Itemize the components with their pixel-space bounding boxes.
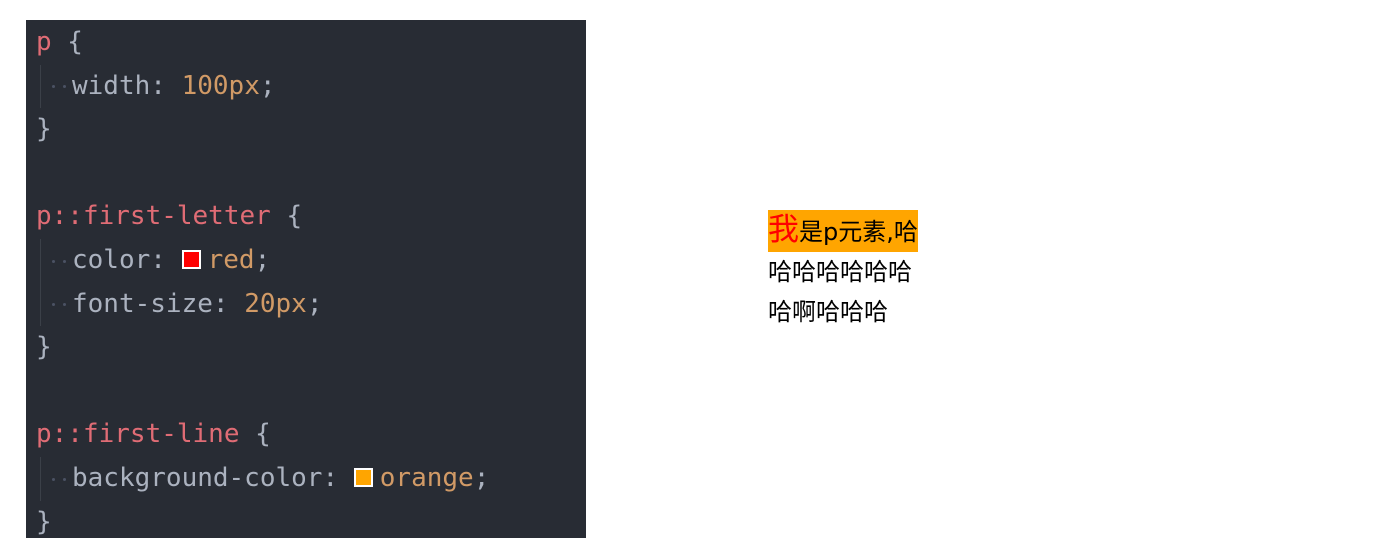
code-line-6: color: red; (26, 238, 586, 283)
close-brace: } (36, 506, 52, 537)
semicolon: ; (259, 70, 276, 101)
semicolon: ; (306, 288, 323, 319)
semicolon: ; (473, 462, 490, 493)
first-line-highlight: 我是p元素,哈 (768, 210, 918, 252)
code-line-11: background-color: orange; (26, 456, 586, 501)
code-line-8: } (26, 326, 586, 370)
page: p { width: 100px; } p::first-letter { co… (0, 0, 1388, 550)
whitespace-dot (52, 259, 55, 263)
css-selector: p::first-line (36, 419, 240, 450)
indent-guide (40, 238, 41, 283)
colon: : (212, 288, 245, 319)
orange-color-swatch-icon[interactable] (353, 467, 373, 487)
red-color-swatch-icon[interactable] (181, 249, 201, 269)
code-line-3: } (26, 108, 586, 152)
preview-line-3: 哈啊哈哈哈 (768, 298, 888, 326)
first-letter: 我 (768, 212, 799, 248)
indent-guide (40, 64, 41, 109)
rendered-paragraph: 我是p元素,哈 哈哈哈哈哈哈 哈啊哈哈哈 (768, 210, 948, 332)
semicolon: ; (254, 244, 271, 275)
css-selector: p (36, 27, 52, 57)
open-brace: { (51, 27, 83, 57)
open-brace: { (239, 419, 271, 450)
css-property: width (72, 70, 151, 101)
whitespace-dot (63, 303, 66, 307)
css-value: 100px (181, 70, 260, 101)
code-editor: p { width: 100px; } p::first-letter { co… (26, 20, 586, 538)
first-line-text: 是p元素,哈 (799, 218, 918, 246)
close-brace: } (36, 332, 52, 363)
code-line-5: p::first-letter { (26, 195, 586, 239)
indent-guide (40, 456, 41, 501)
code-line-12: } (26, 501, 586, 545)
css-property: font-size (72, 288, 213, 319)
colon: : (322, 462, 354, 493)
css-property: color (72, 244, 151, 275)
code-line-4-empty (26, 152, 586, 196)
code-line-2: width: 100px; (26, 64, 586, 109)
code-line-10: p::first-line { (26, 413, 586, 457)
whitespace-dot (63, 259, 66, 263)
open-brace: { (270, 201, 303, 232)
code-line-7: font-size: 20px; (26, 282, 586, 327)
css-value: 20px (244, 288, 307, 319)
css-value: orange (379, 462, 474, 493)
colon: : (150, 70, 182, 101)
indent-guide (40, 282, 41, 327)
code-line-9-empty (26, 370, 586, 414)
whitespace-dot (63, 85, 66, 89)
css-property: background-color (72, 462, 323, 493)
code-line-1: p { (26, 21, 586, 65)
preview-line-2: 哈哈哈哈哈哈 (768, 258, 912, 286)
whitespace-dot (52, 303, 55, 307)
close-brace: } (36, 114, 52, 145)
whitespace-dot (52, 85, 55, 89)
colon: : (150, 244, 182, 275)
css-selector: p::first-letter (36, 201, 271, 232)
whitespace-dot (63, 477, 66, 481)
css-value: red (207, 244, 255, 275)
preview-line-1: 我是p元素,哈 (768, 210, 948, 252)
whitespace-dot (52, 477, 55, 481)
